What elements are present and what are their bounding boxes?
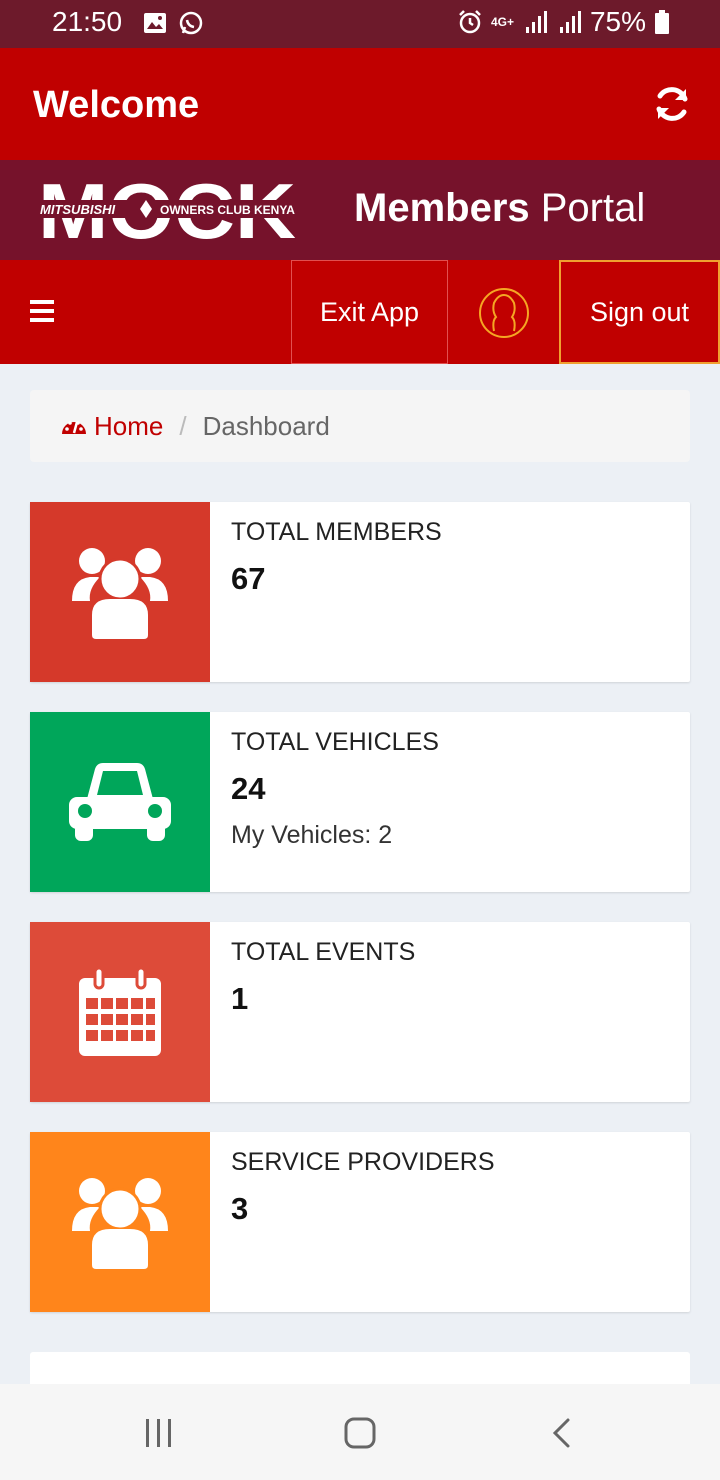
- app-header: Welcome: [0, 48, 720, 160]
- battery-percent: 75%: [589, 6, 646, 37]
- breadcrumb-separator: /: [179, 410, 187, 441]
- breadcrumb-home-link[interactable]: Home: [60, 411, 163, 442]
- service-providers-card[interactable]: SERVICE PROVIDERS 3: [30, 1132, 690, 1312]
- portal-title-light: Portal: [540, 186, 646, 230]
- card-label: TOTAL VEHICLES: [231, 728, 439, 756]
- brand-bar: MOCK MITSUBISHI OWNERS CLUB KENYA Member…: [0, 160, 720, 260]
- user-profile-button[interactable]: [448, 260, 559, 364]
- total-vehicles-card[interactable]: TOTAL VEHICLES 24 My Vehicles: 2: [30, 712, 690, 892]
- signal-icon-2: [559, 11, 581, 33]
- recent-apps-icon[interactable]: [142, 1416, 176, 1450]
- svg-text:OWNERS CLUB KENYA: OWNERS CLUB KENYA: [160, 203, 295, 217]
- system-navigation-bar: [0, 1384, 720, 1480]
- status-time: 21:50: [52, 6, 123, 37]
- status-bar: 21:50 4G+ 75%: [0, 0, 720, 48]
- menu-icon[interactable]: [30, 300, 54, 322]
- card-label: TOTAL MEMBERS: [231, 518, 442, 546]
- battery-icon: [655, 10, 669, 34]
- card-label: TOTAL EVENTS: [231, 938, 416, 966]
- breadcrumb-home-label: Home: [94, 410, 164, 441]
- user-icon: [478, 287, 529, 338]
- total-members-card[interactable]: TOTAL MEMBERS 67: [30, 502, 690, 682]
- svg-text:MITSUBISHI: MITSUBISHI: [40, 202, 116, 217]
- network-type: 4G+: [490, 15, 514, 29]
- refresh-icon[interactable]: [652, 84, 692, 124]
- members-icon-box: [30, 502, 210, 682]
- events-content: TOTAL EVENTS 1: [231, 938, 415, 1017]
- exit-app-button[interactable]: Exit App: [291, 260, 448, 364]
- sign-out-button[interactable]: Sign out: [559, 260, 720, 364]
- page-title: Welcome: [33, 84, 200, 126]
- calendar-icon: [79, 966, 161, 1056]
- vehicles-icon-box: [30, 712, 210, 892]
- back-icon[interactable]: [546, 1416, 580, 1450]
- members-content: TOTAL MEMBERS 67: [231, 518, 442, 597]
- total-events-card[interactable]: TOTAL EVENTS 1: [30, 922, 690, 1102]
- portal-title: Members Portal: [354, 186, 645, 231]
- users-icon: [72, 1178, 168, 1269]
- card-label: SERVICE PROVIDERS: [231, 1148, 495, 1176]
- notification-icons: [142, 10, 204, 36]
- my-vehicles-count: My Vehicles: 2: [231, 821, 393, 849]
- alarm-icon: [459, 10, 481, 34]
- card-value: 3: [231, 1191, 249, 1226]
- nav-bar: Exit App Sign out: [0, 260, 720, 364]
- vehicles-content: TOTAL VEHICLES 24 My Vehicles: 2: [231, 728, 439, 850]
- card-value: 67: [231, 561, 266, 596]
- club-logo: MOCK MITSUBISHI OWNERS CLUB KENYA: [38, 178, 296, 242]
- whatsapp-icon: [179, 11, 203, 35]
- breadcrumb: Home / Dashboard: [30, 390, 690, 462]
- gallery-icon: [144, 13, 166, 33]
- car-icon: [69, 763, 171, 841]
- users-icon: [72, 548, 168, 639]
- breadcrumb-current: Dashboard: [202, 410, 330, 441]
- portal-title-bold: Members: [354, 186, 530, 230]
- dashboard-icon: [62, 421, 86, 434]
- card-value: 24: [231, 771, 266, 806]
- status-right: 4G+ 75%: [457, 6, 670, 38]
- events-icon-box: [30, 922, 210, 1102]
- signal-icon: [525, 11, 547, 33]
- card-value: 1: [231, 981, 249, 1016]
- providers-content: SERVICE PROVIDERS 3: [231, 1148, 495, 1227]
- home-icon[interactable]: [343, 1416, 377, 1450]
- providers-icon-box: [30, 1132, 210, 1312]
